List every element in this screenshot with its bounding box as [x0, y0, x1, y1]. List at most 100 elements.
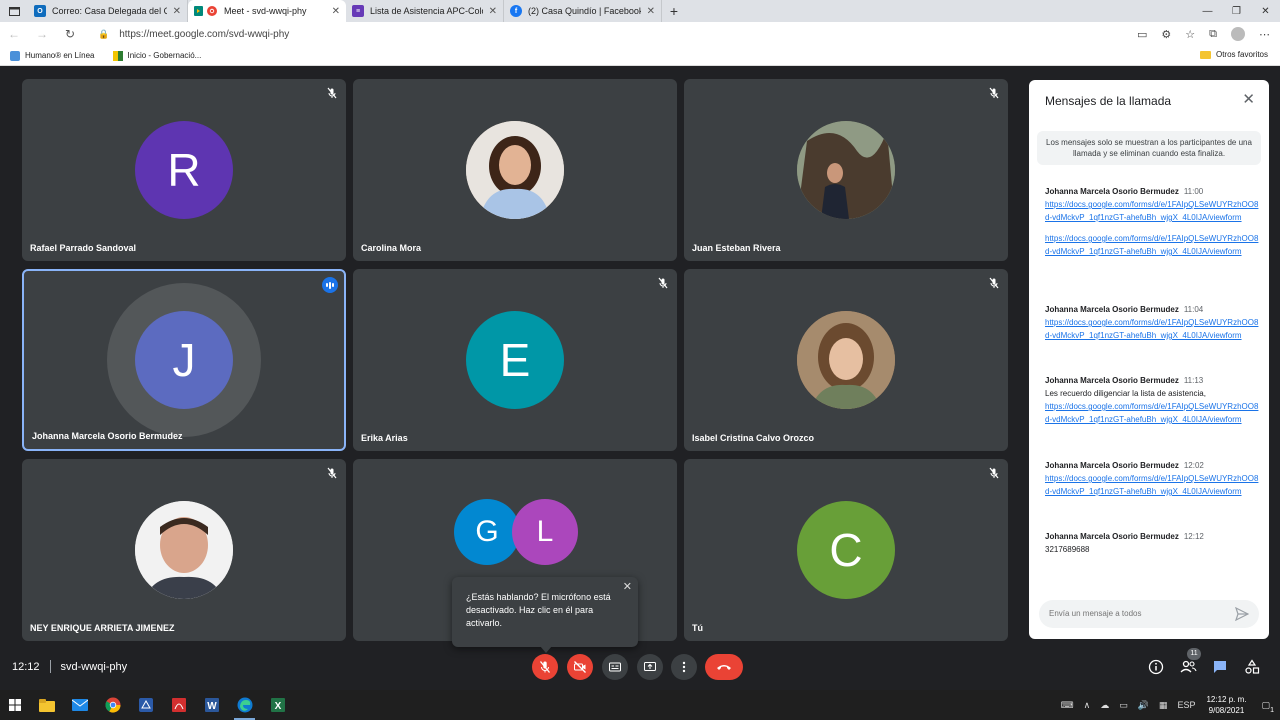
- avatar-initial: J: [172, 334, 196, 386]
- camera-permission-icon[interactable]: ▭: [1137, 28, 1147, 41]
- participant-name: Johanna Marcela Osorio Bermudez: [32, 431, 183, 441]
- close-chat-icon[interactable]: ✕: [1242, 90, 1255, 108]
- url-field[interactable]: 🔒 https://meet.google.com/svd-wwqi-phy: [98, 25, 1148, 43]
- participant-tile[interactable]: Juan Esteban Rivera: [684, 79, 1008, 261]
- avatar: G: [454, 499, 520, 565]
- participant-tile[interactable]: E Erika Arias: [353, 269, 677, 451]
- message-time: 11:04: [1183, 305, 1204, 314]
- message-link[interactable]: https://docs.google.com/forms/d/e/1FAIpQ…: [1045, 316, 1259, 342]
- lock-icon: 🔒: [98, 28, 110, 39]
- chat-message: Johanna Marcela Osorio Bermudez 11:00 htt…: [1045, 185, 1259, 258]
- participant-tile-speaking[interactable]: J Johanna Marcela Osorio Bermudez: [22, 269, 346, 451]
- chevron-up-icon[interactable]: ∧: [1084, 700, 1091, 711]
- captions-button[interactable]: [602, 654, 628, 680]
- message-link[interactable]: https://docs.google.com/forms/d/e/1FAIpQ…: [1045, 472, 1259, 498]
- tab-actions-icon[interactable]: [0, 0, 28, 22]
- tooltip-arrow: [540, 646, 552, 653]
- participant-tile[interactable]: Carolina Mora: [353, 79, 677, 261]
- bookmark-humano[interactable]: Humano® en Línea: [10, 50, 95, 61]
- participant-tile[interactable]: NEY ENRIQUE ARRIETA JIMENEZ: [22, 459, 346, 641]
- activities-icon: [1245, 659, 1260, 674]
- tracking-icon[interactable]: ⚙: [1161, 28, 1171, 41]
- start-button[interactable]: [0, 690, 30, 720]
- participant-name: Isabel Cristina Calvo Orozco: [692, 433, 815, 443]
- language-indicator[interactable]: ESP: [1177, 700, 1195, 710]
- activities-button[interactable]: [1242, 657, 1262, 677]
- browser-tab-forms[interactable]: ≡ Lista de Asistencia APC-Colombi ✕: [346, 0, 504, 22]
- clock-date: 9/08/2021: [1208, 706, 1245, 715]
- keyboard-icon[interactable]: ⌨: [1061, 700, 1074, 711]
- chat-icon: [1214, 661, 1226, 673]
- taskbar-file-explorer[interactable]: [30, 690, 63, 720]
- volume-icon[interactable]: 🔊: [1138, 700, 1149, 711]
- cloud-icon[interactable]: ☁: [1100, 700, 1109, 711]
- message-sender: Johanna Marcela Osorio Bermudez: [1045, 532, 1179, 541]
- bookmarks-bar: Humano® en Línea Inicio - Gobernació... …: [0, 46, 1280, 66]
- participant-tile[interactable]: Isabel Cristina Calvo Orozco: [684, 269, 1008, 451]
- participant-tile[interactable]: R Rafael Parrado Sandoval: [22, 79, 346, 261]
- notifications-icon[interactable]: ▢ 1: [1261, 700, 1274, 714]
- favorites-icon[interactable]: ☆: [1185, 28, 1195, 41]
- more-options-button[interactable]: [671, 654, 697, 680]
- svg-text:W: W: [207, 701, 217, 712]
- people-icon: [1180, 660, 1197, 673]
- avatar-initial: R: [167, 144, 201, 196]
- other-favorites-label: Otros favoritos: [1215, 50, 1268, 59]
- taskbar-clock[interactable]: 12:12 p. m. 9/08/2021: [1206, 694, 1246, 716]
- browser-tab-bar: O Correo: Casa Delegada del Quin ✕ Meet …: [0, 0, 1280, 22]
- mic-off-icon: [658, 277, 668, 289]
- toggle-mic-button[interactable]: [532, 654, 558, 680]
- close-tab-icon[interactable]: ✕: [173, 6, 181, 17]
- browser-tab-facebook[interactable]: f (2) Casa Quindío | Facebook ✕: [504, 0, 662, 22]
- bookmark-gobernacion[interactable]: Inicio - Gobernació...: [112, 50, 201, 61]
- participant-count-badge: 11: [1187, 648, 1201, 660]
- taskbar-word[interactable]: W: [195, 690, 228, 720]
- collections-icon[interactable]: ⧉: [1209, 28, 1217, 41]
- maximize-icon[interactable]: ❐: [1222, 0, 1251, 22]
- chat-message-input[interactable]: [1039, 600, 1259, 628]
- other-favorites[interactable]: Otros favoritos: [1199, 50, 1268, 59]
- meeting-info-button[interactable]: [1146, 657, 1166, 677]
- browser-menu-icon[interactable]: ⋯: [1259, 28, 1270, 41]
- leave-call-button[interactable]: [705, 654, 743, 680]
- message-link[interactable]: https://docs.google.com/forms/d/e/1FAIpQ…: [1045, 198, 1259, 224]
- back-icon[interactable]: ←: [0, 27, 28, 41]
- taskbar-edge[interactable]: [228, 690, 261, 720]
- message-link[interactable]: https://docs.google.com/forms/d/e/1FAIpQ…: [1045, 232, 1259, 258]
- participants-button[interactable]: [1178, 657, 1198, 677]
- present-button[interactable]: [637, 654, 663, 680]
- svg-text:X: X: [274, 701, 281, 712]
- message-link[interactable]: https://docs.google.com/forms/d/e/1FAIpQ…: [1045, 400, 1259, 426]
- taskbar-store[interactable]: [129, 690, 162, 720]
- chat-button[interactable]: [1210, 657, 1230, 677]
- battery-icon[interactable]: ▭: [1119, 700, 1128, 711]
- hangup-icon: [717, 665, 731, 670]
- toggle-camera-button[interactable]: [567, 654, 593, 680]
- network-icon[interactable]: ▦: [1159, 700, 1168, 711]
- close-tooltip-icon[interactable]: ✕: [623, 581, 632, 594]
- close-tab-icon[interactable]: ✕: [647, 6, 655, 17]
- close-tab-icon[interactable]: ✕: [489, 6, 497, 17]
- chat-panel: Mensajes de la llamada ✕ Los mensajes so…: [1029, 80, 1269, 639]
- taskbar-mail[interactable]: [63, 690, 96, 720]
- reload-icon[interactable]: ↻: [56, 27, 84, 41]
- close-window-icon[interactable]: ✕: [1251, 0, 1280, 22]
- taskbar-excel[interactable]: X: [261, 690, 294, 720]
- forward-icon[interactable]: →: [28, 27, 56, 41]
- participant-name: Juan Esteban Rivera: [692, 243, 781, 253]
- message-sender: Johanna Marcela Osorio Bermudez: [1045, 305, 1179, 314]
- folder-icon: [38, 698, 55, 712]
- more-icon: [682, 661, 686, 673]
- new-tab-icon[interactable]: +: [662, 3, 686, 19]
- browser-tab-meet[interactable]: Meet - svd-wwqi-phy ✕: [188, 0, 346, 22]
- taskbar-acrobat[interactable]: [162, 690, 195, 720]
- participant-tile-self[interactable]: C Tú: [684, 459, 1008, 641]
- profile-avatar[interactable]: [1231, 27, 1245, 41]
- bookmark-label: Humano® en Línea: [25, 51, 95, 60]
- close-tab-icon[interactable]: ✕: [332, 6, 340, 17]
- send-icon[interactable]: [1235, 607, 1249, 621]
- mic-muted-tooltip[interactable]: ✕ ¿Estás hablando? El micrófono está des…: [452, 577, 638, 647]
- taskbar-chrome[interactable]: [96, 690, 129, 720]
- minimize-icon[interactable]: —: [1193, 0, 1222, 22]
- browser-tab-outlook[interactable]: O Correo: Casa Delegada del Quin ✕: [28, 0, 188, 22]
